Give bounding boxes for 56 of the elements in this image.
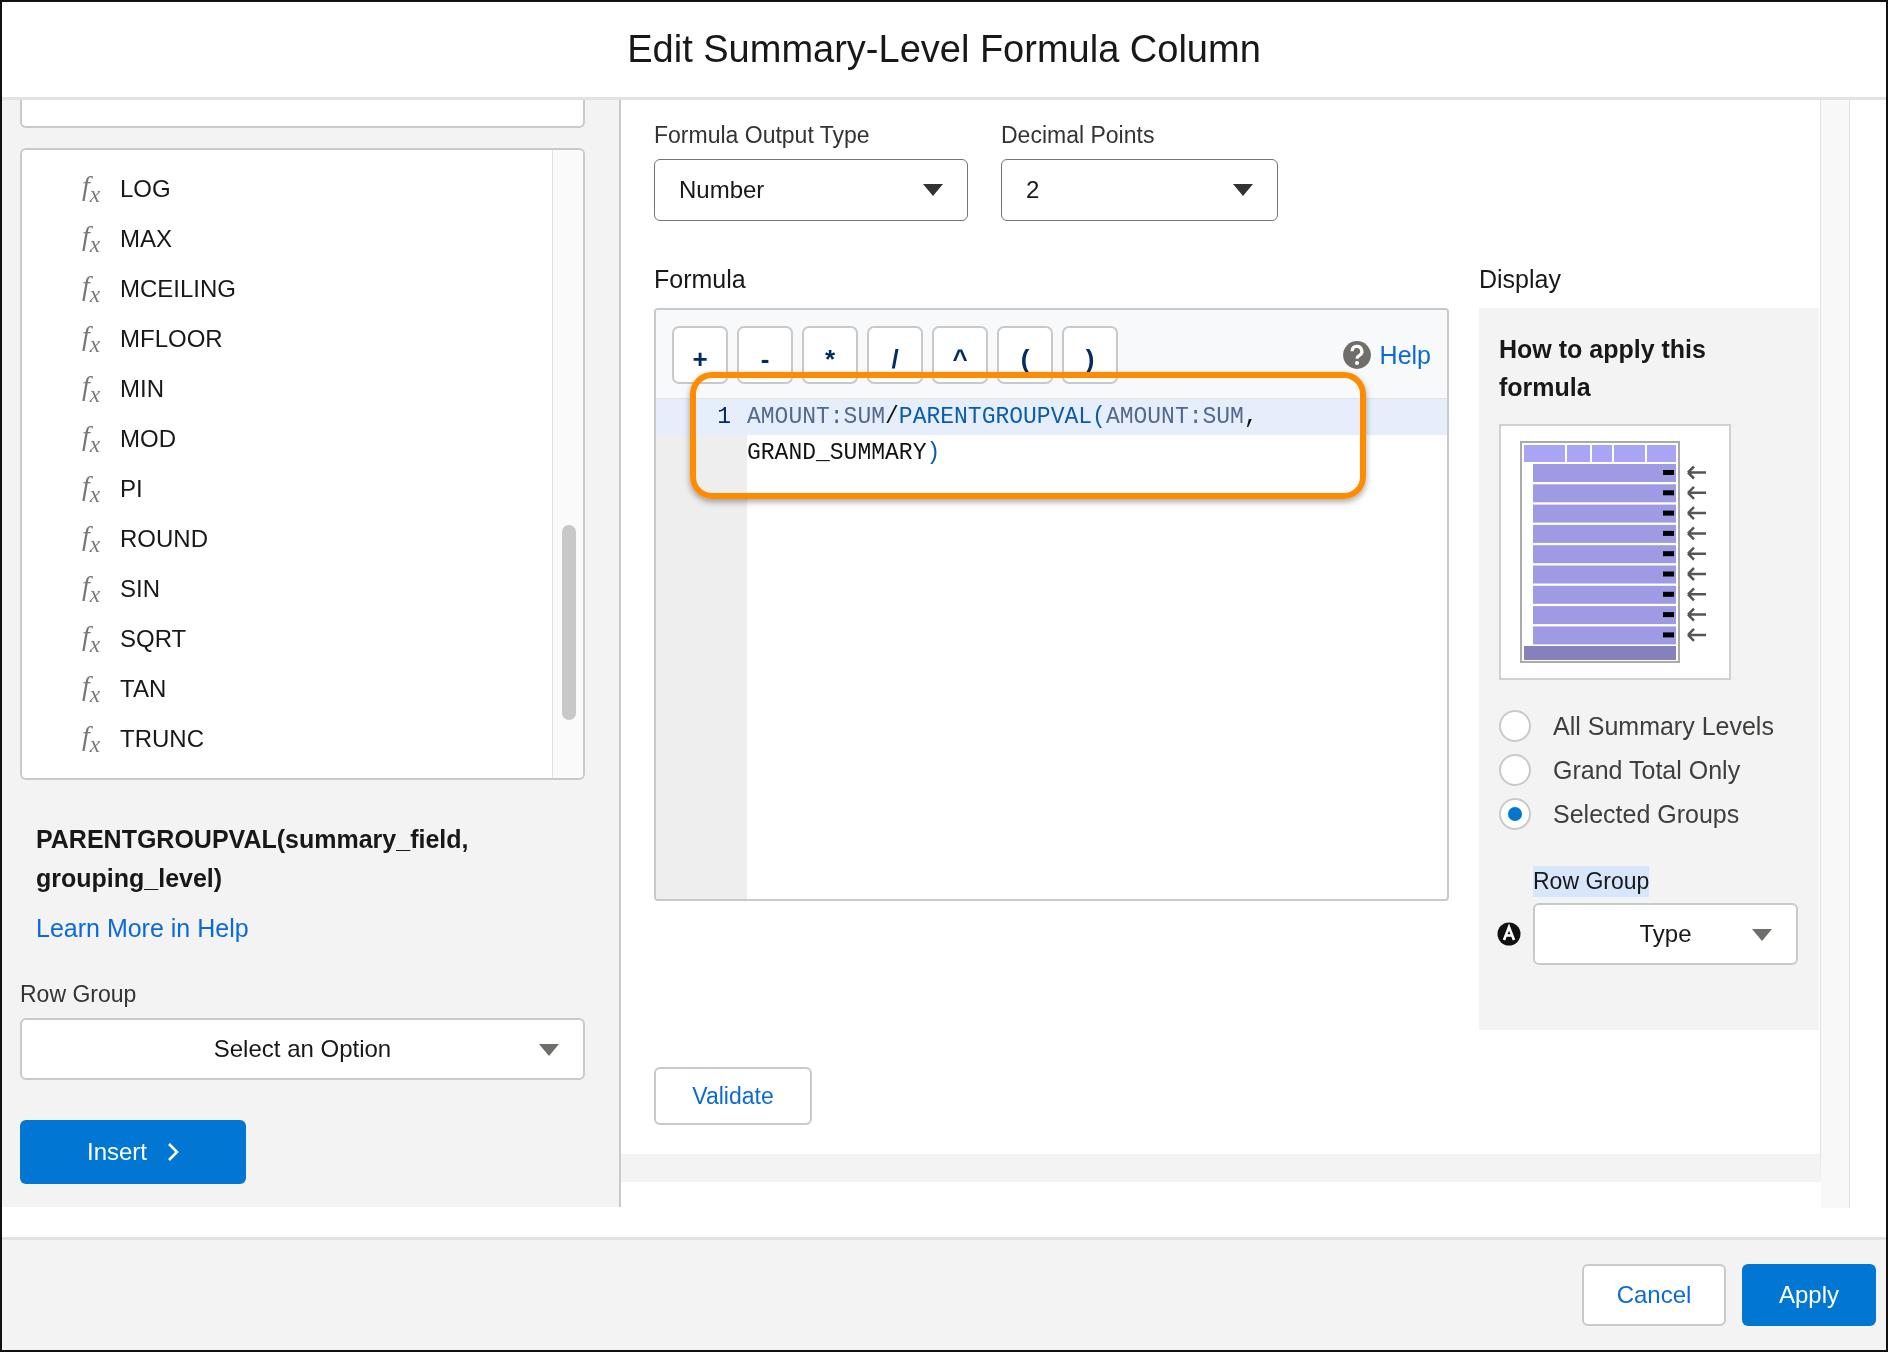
decimal-points-select[interactable]: 2: [1001, 159, 1278, 221]
field-label: Row Group: [20, 981, 138, 1008]
field-label: Row Group: [1533, 866, 1650, 897]
row-group-select[interactable]: Type: [1533, 903, 1798, 965]
function-icon: f$_{x}$: [82, 220, 112, 258]
function-icon: f$_{x}$: [82, 320, 112, 358]
output-type-select[interactable]: Number: [654, 159, 968, 221]
function-item[interactable]: f$_{x}$ TAN: [22, 664, 552, 714]
function-icon: f$_{x}$: [82, 370, 112, 408]
field-label: Decimal Points: [1001, 122, 1156, 149]
operator-button[interactable]: ^: [932, 326, 988, 384]
radio-option[interactable]: Selected Groups: [1499, 798, 1799, 830]
function-icon: f$_{x}$: [82, 720, 112, 758]
function-icon: f$_{x}$: [82, 420, 112, 458]
panel-heading: How to apply this formula: [1499, 334, 1707, 403]
function-icon: f$_{x}$: [82, 270, 112, 308]
line-number: 1: [716, 403, 732, 432]
help-link[interactable]: Help: [1379, 340, 1431, 370]
code-line: AMOUNT:SUM/PARENTGROUPVAL(AMOUNT:SUM, GRAND_SUMMARY): [747, 403, 1259, 468]
function-item[interactable]: f$_{x}$ MCEILING: [22, 264, 552, 314]
function-signature: PARENTGROUPVAL(summary_field, grouping_level): [36, 824, 470, 894]
function-icon: f$_{x}$: [82, 620, 112, 658]
function-item[interactable]: f$_{x}$ ROUND: [22, 514, 552, 564]
function-icon: f$_{x}$: [82, 520, 112, 558]
radio-option[interactable]: All Summary Levels: [1499, 710, 1799, 742]
function-item[interactable]: f$_{x}$ MIN: [22, 364, 552, 414]
operator-button[interactable]: *: [802, 326, 858, 384]
function-item[interactable]: f$_{x}$ MAX: [22, 214, 552, 264]
function-icon: f$_{x}$: [82, 570, 112, 608]
function-icon: f$_{x}$: [82, 170, 112, 208]
apply-button[interactable]: Apply: [1742, 1264, 1876, 1326]
function-icon: f$_{x}$: [82, 470, 112, 508]
formula-editor[interactable]: + - * / ^ ( ) Help 1 AMOUNT:SUM/PARENTGROUPVAL(AMOUNT:SUM, GRAND_SUMMARY): [654, 308, 1449, 901]
function-item[interactable]: f$_{x}$ MFLOOR: [22, 314, 552, 364]
section-label: Display: [1479, 265, 1562, 294]
dialog-title: Edit Summary-Level Formula Column: [627, 28, 1261, 71]
field-label: Formula Output Type: [654, 122, 871, 149]
function-item[interactable]: f$_{x}$ LOG: [22, 164, 552, 214]
function-item[interactable]: f$_{x}$ PI: [22, 464, 552, 514]
operator-button[interactable]: ): [1062, 326, 1118, 384]
operator-button[interactable]: (: [997, 326, 1053, 384]
row-group-select[interactable]: Select an Option: [20, 1018, 585, 1080]
cancel-button[interactable]: Cancel: [1582, 1264, 1726, 1326]
function-item[interactable]: f$_{x}$ TRUNC: [22, 714, 552, 764]
function-item[interactable]: f$_{x}$ MOD: [22, 414, 552, 464]
operator-button[interactable]: -: [737, 326, 793, 384]
help-link[interactable]: Learn More in Help: [36, 914, 249, 943]
radio-option[interactable]: Grand Total Only: [1499, 754, 1799, 786]
validate-button[interactable]: Validate: [654, 1067, 812, 1125]
function-item[interactable]: f$_{x}$ SIN: [22, 564, 552, 614]
insert-button[interactable]: Insert: [20, 1120, 246, 1184]
operator-button[interactable]: /: [867, 326, 923, 384]
function-icon: f$_{x}$: [82, 670, 112, 708]
operator-button[interactable]: +: [672, 326, 728, 384]
function-item[interactable]: f$_{x}$ SQRT: [22, 614, 552, 664]
section-label: Formula: [654, 265, 747, 294]
